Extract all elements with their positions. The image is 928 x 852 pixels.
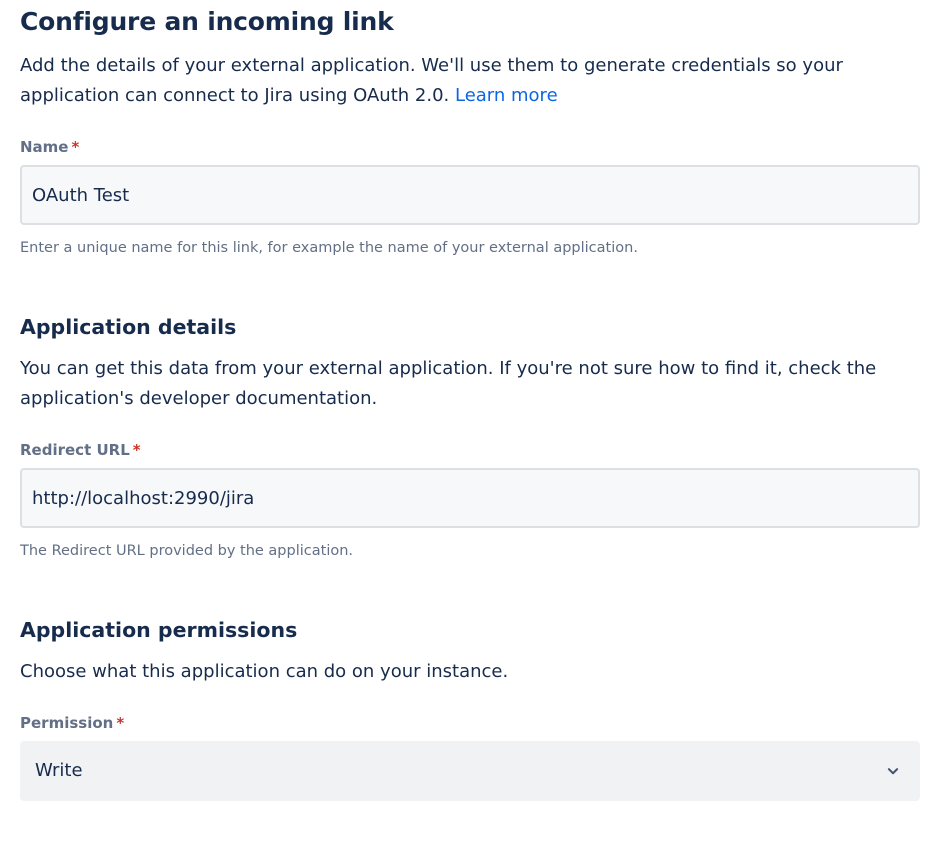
redirect-url-label-text: Redirect URL <box>20 441 130 459</box>
application-details-description: You can get this data from your external… <box>20 358 877 409</box>
required-indicator: * <box>71 138 80 156</box>
name-label-text: Name <box>20 138 69 156</box>
required-indicator: * <box>132 441 141 459</box>
page-title: Configure an incoming link <box>20 7 394 36</box>
required-indicator: * <box>116 714 125 732</box>
name-input[interactable] <box>20 165 920 225</box>
permission-label-text: Permission <box>20 714 114 732</box>
permission-selected-value: Write <box>35 760 83 781</box>
redirect-url-helper-text: The Redirect URL provided by the applica… <box>20 543 354 559</box>
permission-select[interactable]: Write <box>20 741 920 801</box>
name-helper-text: Enter a unique name for this link, for e… <box>20 240 638 256</box>
intro-text: Add the details of your external applica… <box>20 51 900 111</box>
name-field-label: Name * <box>20 137 920 157</box>
application-permissions-description: Choose what this application can do on y… <box>20 661 509 682</box>
chevron-down-icon <box>887 768 899 775</box>
learn-more-link[interactable]: Learn more <box>455 85 558 106</box>
permission-field-label: Permission * <box>20 713 920 733</box>
redirect-url-field-label: Redirect URL * <box>20 440 920 460</box>
application-details-heading: Application details <box>20 315 237 339</box>
redirect-url-input[interactable] <box>20 468 920 528</box>
intro-description: Add the details of your external applica… <box>20 55 843 106</box>
application-permissions-heading: Application permissions <box>20 618 298 642</box>
configure-incoming-link-page: Configure an incoming link Add the detai… <box>0 0 928 852</box>
